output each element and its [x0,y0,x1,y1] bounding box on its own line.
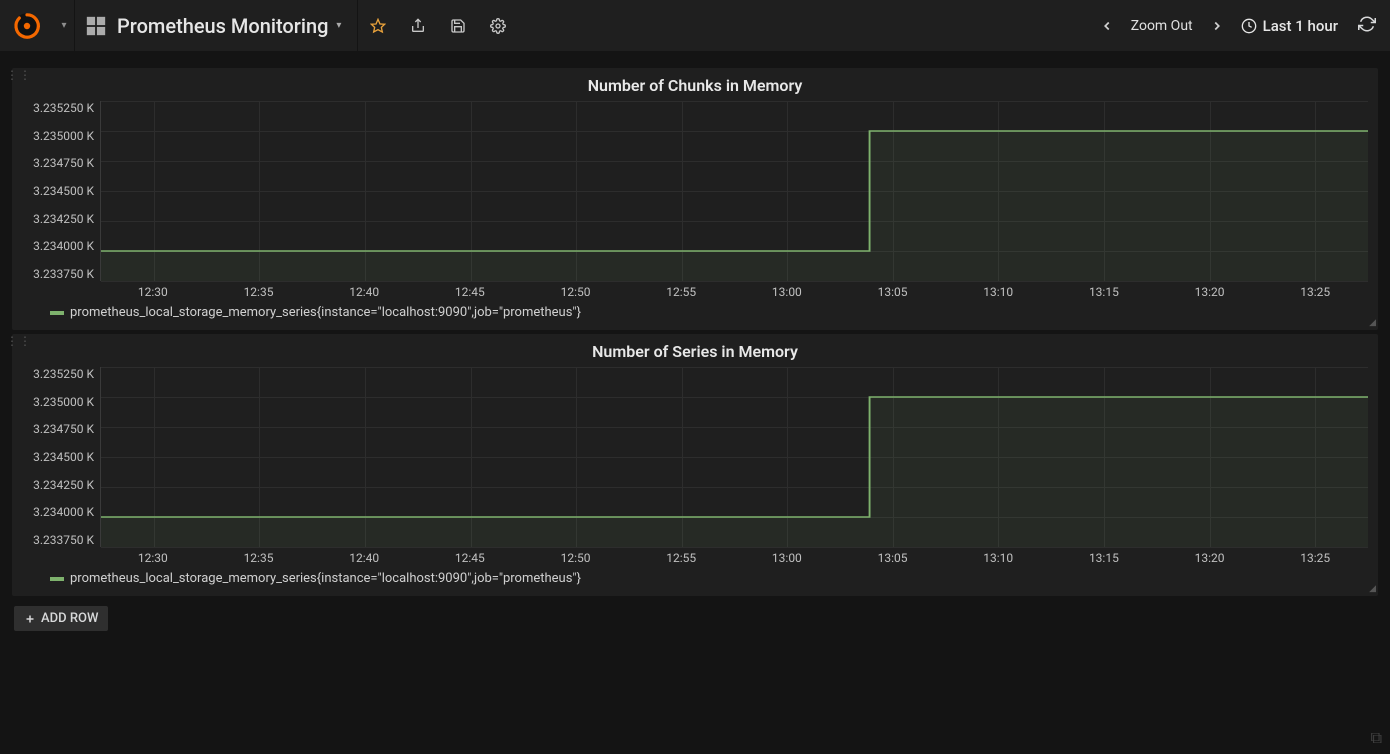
chart-panel[interactable]: ⋮⋮Number of Chunks in Memory3.235250 K3.… [12,68,1378,330]
y-tick-label: 3.234000 K [22,239,94,253]
star-button[interactable] [358,0,398,52]
chart-legend[interactable]: prometheus_local_storage_memory_series{i… [12,567,1378,596]
x-tick-label: 13:00 [734,551,840,565]
y-tick-label: 3.235000 K [22,129,94,143]
save-button[interactable] [438,0,478,52]
refresh-button[interactable] [1352,15,1376,37]
y-tick-label: 3.234500 K [22,450,94,464]
legend-color-swatch [50,311,64,315]
add-row-label: ADD ROW [41,611,98,626]
chart-panel[interactable]: ⋮⋮Number of Series in Memory3.235250 K3.… [12,334,1378,596]
x-tick-label: 12:35 [206,551,312,565]
dashboard-title: Prometheus Monitoring [117,14,328,38]
dashboard-picker[interactable]: Prometheus Monitoring ▾ [74,0,357,52]
time-back-button[interactable] [1093,19,1121,33]
y-axis: 3.235250 K 3.235000 K 3.234750 K 3.234500 K… [22,367,100,547]
chart-legend[interactable]: prometheus_local_storage_memory_series{i… [12,301,1378,330]
x-tick-label: 13:25 [1262,551,1368,565]
time-range-label: Last 1 hour [1263,17,1338,35]
x-tick-label: 12:40 [311,551,417,565]
zoom-out-button[interactable]: Zoom Out [1125,18,1199,34]
x-tick-label: 13:20 [1157,551,1263,565]
share-button[interactable] [398,0,438,52]
y-tick-label: 3.234750 K [22,422,94,436]
y-tick-label: 3.233750 K [22,267,94,281]
panel-drag-handle[interactable]: ⋮⋮ [6,72,32,78]
y-tick-label: 3.234250 K [22,478,94,492]
time-forward-button[interactable] [1203,19,1231,33]
x-tick-label: 12:55 [628,551,734,565]
footer-grafana-mark-icon: ⧉ [1371,728,1382,748]
x-tick-label: 13:05 [840,285,946,299]
legend-label: prometheus_local_storage_memory_series{i… [70,571,581,586]
y-tick-label: 3.235250 K [22,367,94,381]
x-tick-label: 12:55 [628,285,734,299]
x-tick-label: 13:25 [1262,285,1368,299]
y-tick-label: 3.233750 K [22,533,94,547]
x-tick-label: 13:00 [734,285,840,299]
time-controls: Zoom Out Last 1 hour [1093,15,1376,37]
x-tick-label: 12:40 [311,285,417,299]
panel-resize-handle[interactable]: ◢ [1369,584,1376,594]
panel-title: Number of Series in Memory [12,334,1378,367]
panel-resize-handle[interactable]: ◢ [1369,318,1376,328]
x-axis: 12:3012:3512:4012:4512:5012:5513:0013:05… [100,547,1368,567]
plus-icon [24,613,36,625]
settings-button[interactable] [478,0,518,52]
legend-color-swatch [50,577,64,581]
x-tick-label: 12:50 [523,551,629,565]
dashboard-caret-icon: ▾ [336,20,341,31]
y-tick-label: 3.235250 K [22,101,94,115]
x-tick-label: 13:20 [1157,285,1263,299]
add-row-button[interactable]: ADD ROW [14,606,108,631]
x-tick-label: 12:30 [100,551,206,565]
y-tick-label: 3.234750 K [22,156,94,170]
legend-label: prometheus_local_storage_memory_series{i… [70,305,581,320]
chart-plot-area[interactable] [100,367,1368,547]
panel-title: Number of Chunks in Memory [12,68,1378,101]
y-tick-label: 3.234000 K [22,505,94,519]
y-tick-label: 3.234500 K [22,184,94,198]
x-tick-label: 13:15 [1051,551,1157,565]
x-tick-label: 13:15 [1051,285,1157,299]
dashboard-icon [85,15,107,37]
grafana-logo[interactable] [0,0,54,52]
clock-icon [1241,18,1257,34]
x-axis: 12:3012:3512:4012:4512:5012:5513:0013:05… [100,281,1368,301]
y-tick-label: 3.235000 K [22,395,94,409]
panel-drag-handle[interactable]: ⋮⋮ [6,338,32,344]
logo-menu-caret-icon[interactable]: ▾ [54,20,74,31]
top-navbar: ▾ Prometheus Monitoring ▾ Zoom Out [0,0,1390,52]
x-tick-label: 12:35 [206,285,312,299]
y-tick-label: 3.234250 K [22,212,94,226]
y-axis: 3.235250 K 3.235000 K 3.234750 K 3.234500 K… [22,101,100,281]
x-tick-label: 13:10 [945,285,1051,299]
x-tick-label: 13:05 [840,551,946,565]
x-tick-label: 12:30 [100,285,206,299]
dashboard-body: ⋮⋮Number of Chunks in Memory3.235250 K3.… [0,52,1390,645]
x-tick-label: 12:45 [417,285,523,299]
x-tick-label: 12:50 [523,285,629,299]
x-tick-label: 13:10 [945,551,1051,565]
x-tick-label: 12:45 [417,551,523,565]
time-range-picker[interactable]: Last 1 hour [1235,17,1348,35]
dashboard-action-icons [357,0,518,52]
chart-plot-area[interactable] [100,101,1368,281]
